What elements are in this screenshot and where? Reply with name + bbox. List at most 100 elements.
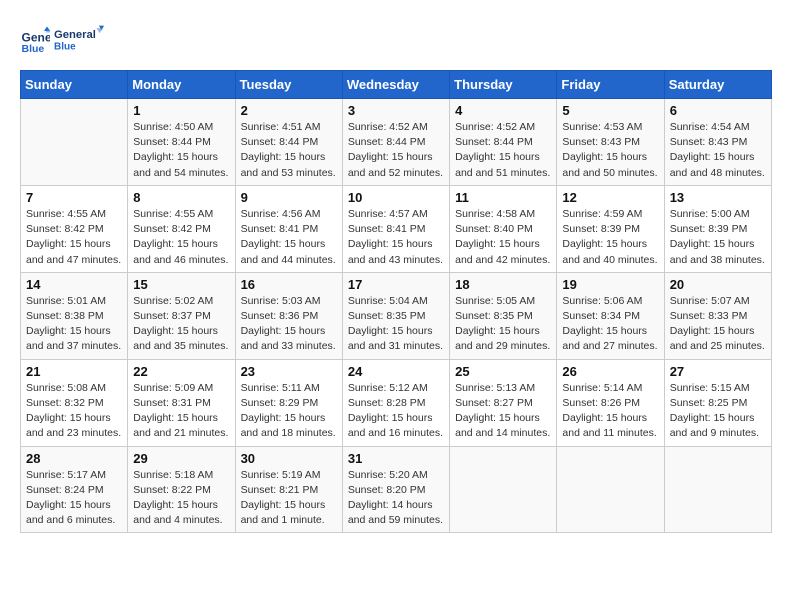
day-number: 11	[455, 190, 551, 205]
calendar-cell: 6 Sunrise: 4:54 AMSunset: 8:43 PMDaylight…	[664, 99, 771, 186]
day-info: Sunrise: 5:01 AMSunset: 8:38 PMDaylight:…	[26, 294, 122, 355]
svg-text:Blue: Blue	[22, 43, 45, 55]
day-info: Sunrise: 5:00 AMSunset: 8:39 PMDaylight:…	[670, 207, 766, 268]
header-day-wednesday: Wednesday	[342, 71, 449, 99]
calendar-cell	[450, 446, 557, 533]
calendar-cell: 18 Sunrise: 5:05 AMSunset: 8:35 PMDayligh…	[450, 272, 557, 359]
calendar-cell: 15 Sunrise: 5:02 AMSunset: 8:37 PMDayligh…	[128, 272, 235, 359]
header-day-monday: Monday	[128, 71, 235, 99]
day-info: Sunrise: 5:03 AMSunset: 8:36 PMDaylight:…	[241, 294, 337, 355]
day-info: Sunrise: 4:53 AMSunset: 8:43 PMDaylight:…	[562, 120, 658, 181]
day-number: 10	[348, 190, 444, 205]
calendar-cell: 19 Sunrise: 5:06 AMSunset: 8:34 PMDayligh…	[557, 272, 664, 359]
day-number: 25	[455, 364, 551, 379]
day-number: 18	[455, 277, 551, 292]
calendar-cell: 2 Sunrise: 4:51 AMSunset: 8:44 PMDaylight…	[235, 99, 342, 186]
day-number: 6	[670, 103, 766, 118]
day-info: Sunrise: 5:04 AMSunset: 8:35 PMDaylight:…	[348, 294, 444, 355]
day-info: Sunrise: 5:18 AMSunset: 8:22 PMDaylight:…	[133, 468, 229, 529]
day-info: Sunrise: 5:09 AMSunset: 8:31 PMDaylight:…	[133, 381, 229, 442]
header-day-tuesday: Tuesday	[235, 71, 342, 99]
calendar-cell: 24 Sunrise: 5:12 AMSunset: 8:28 PMDayligh…	[342, 359, 449, 446]
day-number: 20	[670, 277, 766, 292]
day-info: Sunrise: 4:54 AMSunset: 8:43 PMDaylight:…	[670, 120, 766, 181]
header-day-sunday: Sunday	[21, 71, 128, 99]
day-number: 14	[26, 277, 122, 292]
day-info: Sunrise: 5:13 AMSunset: 8:27 PMDaylight:…	[455, 381, 551, 442]
day-info: Sunrise: 5:02 AMSunset: 8:37 PMDaylight:…	[133, 294, 229, 355]
logo: General Blue General Blue	[20, 20, 104, 60]
calendar-cell: 7 Sunrise: 4:55 AMSunset: 8:42 PMDaylight…	[21, 185, 128, 272]
day-info: Sunrise: 4:52 AMSunset: 8:44 PMDaylight:…	[348, 120, 444, 181]
calendar-cell: 28 Sunrise: 5:17 AMSunset: 8:24 PMDayligh…	[21, 446, 128, 533]
day-number: 2	[241, 103, 337, 118]
day-info: Sunrise: 4:50 AMSunset: 8:44 PMDaylight:…	[133, 120, 229, 181]
day-info: Sunrise: 4:56 AMSunset: 8:41 PMDaylight:…	[241, 207, 337, 268]
calendar-cell: 12 Sunrise: 4:59 AMSunset: 8:39 PMDayligh…	[557, 185, 664, 272]
calendar-cell: 25 Sunrise: 5:13 AMSunset: 8:27 PMDayligh…	[450, 359, 557, 446]
day-number: 17	[348, 277, 444, 292]
calendar-cell: 30 Sunrise: 5:19 AMSunset: 8:21 PMDayligh…	[235, 446, 342, 533]
calendar-cell: 11 Sunrise: 4:58 AMSunset: 8:40 PMDayligh…	[450, 185, 557, 272]
calendar-cell: 22Sunrise: 5:09 AMSunset: 8:31 PMDayligh…	[128, 359, 235, 446]
day-number: 7	[26, 190, 122, 205]
day-number: 9	[241, 190, 337, 205]
calendar-cell: 31Sunrise: 5:20 AMSunset: 8:20 PMDayligh…	[342, 446, 449, 533]
day-info: Sunrise: 4:55 AMSunset: 8:42 PMDaylight:…	[26, 207, 122, 268]
page-header: General Blue General Blue	[20, 20, 772, 60]
day-number: 5	[562, 103, 658, 118]
calendar-cell: 20Sunrise: 5:07 AMSunset: 8:33 PMDayligh…	[664, 272, 771, 359]
day-number: 16	[241, 277, 337, 292]
calendar-cell: 26Sunrise: 5:14 AMSunset: 8:26 PMDayligh…	[557, 359, 664, 446]
day-info: Sunrise: 5:11 AMSunset: 8:29 PMDaylight:…	[241, 381, 337, 442]
day-number: 19	[562, 277, 658, 292]
day-info: Sunrise: 5:15 AMSunset: 8:25 PMDaylight:…	[670, 381, 766, 442]
calendar-cell: 3 Sunrise: 4:52 AMSunset: 8:44 PMDaylight…	[342, 99, 449, 186]
day-number: 12	[562, 190, 658, 205]
day-info: Sunrise: 4:58 AMSunset: 8:40 PMDaylight:…	[455, 207, 551, 268]
day-number: 26	[562, 364, 658, 379]
day-number: 15	[133, 277, 229, 292]
day-number: 27	[670, 364, 766, 379]
day-number: 3	[348, 103, 444, 118]
calendar-cell	[557, 446, 664, 533]
day-info: Sunrise: 5:05 AMSunset: 8:35 PMDaylight:…	[455, 294, 551, 355]
day-info: Sunrise: 4:51 AMSunset: 8:44 PMDaylight:…	[241, 120, 337, 181]
day-number: 24	[348, 364, 444, 379]
calendar-cell: 27 Sunrise: 5:15 AMSunset: 8:25 PMDayligh…	[664, 359, 771, 446]
day-info: Sunrise: 5:19 AMSunset: 8:21 PMDaylight:…	[241, 468, 337, 529]
day-info: Sunrise: 4:52 AMSunset: 8:44 PMDaylight:…	[455, 120, 551, 181]
day-number: 13	[670, 190, 766, 205]
calendar-table: SundayMondayTuesdayWednesdayThursdayFrid…	[20, 70, 772, 533]
day-info: Sunrise: 4:55 AMSunset: 8:42 PMDaylight:…	[133, 207, 229, 268]
day-number: 8	[133, 190, 229, 205]
day-info: Sunrise: 5:17 AMSunset: 8:24 PMDaylight:…	[26, 468, 122, 529]
day-number: 30	[241, 451, 337, 466]
day-number: 23	[241, 364, 337, 379]
calendar-cell	[21, 99, 128, 186]
header-day-thursday: Thursday	[450, 71, 557, 99]
day-info: Sunrise: 5:06 AMSunset: 8:34 PMDaylight:…	[562, 294, 658, 355]
calendar-cell: 23 Sunrise: 5:11 AMSunset: 8:29 PMDayligh…	[235, 359, 342, 446]
calendar-cell: 21 Sunrise: 5:08 AMSunset: 8:32 PMDayligh…	[21, 359, 128, 446]
calendar-cell: 5 Sunrise: 4:53 AMSunset: 8:43 PMDaylight…	[557, 99, 664, 186]
day-number: 29	[133, 451, 229, 466]
calendar-cell: 13 Sunrise: 5:00 AMSunset: 8:39 PMDayligh…	[664, 185, 771, 272]
header-day-friday: Friday	[557, 71, 664, 99]
calendar-cell: 17 Sunrise: 5:04 AMSunset: 8:35 PMDayligh…	[342, 272, 449, 359]
svg-text:Blue: Blue	[54, 41, 76, 52]
day-info: Sunrise: 5:12 AMSunset: 8:28 PMDaylight:…	[348, 381, 444, 442]
day-number: 21	[26, 364, 122, 379]
calendar-cell: 9 Sunrise: 4:56 AMSunset: 8:41 PMDaylight…	[235, 185, 342, 272]
calendar-cell: 14 Sunrise: 5:01 AMSunset: 8:38 PMDayligh…	[21, 272, 128, 359]
calendar-cell: 16 Sunrise: 5:03 AMSunset: 8:36 PMDayligh…	[235, 272, 342, 359]
day-info: Sunrise: 4:59 AMSunset: 8:39 PMDaylight:…	[562, 207, 658, 268]
svg-text:General: General	[54, 29, 96, 41]
day-info: Sunrise: 4:57 AMSunset: 8:41 PMDaylight:…	[348, 207, 444, 268]
day-number: 28	[26, 451, 122, 466]
day-info: Sunrise: 5:08 AMSunset: 8:32 PMDaylight:…	[26, 381, 122, 442]
calendar-cell: 29 Sunrise: 5:18 AMSunset: 8:22 PMDayligh…	[128, 446, 235, 533]
day-number: 1	[133, 103, 229, 118]
calendar-cell	[664, 446, 771, 533]
calendar-cell: 4Sunrise: 4:52 AMSunset: 8:44 PMDaylight…	[450, 99, 557, 186]
